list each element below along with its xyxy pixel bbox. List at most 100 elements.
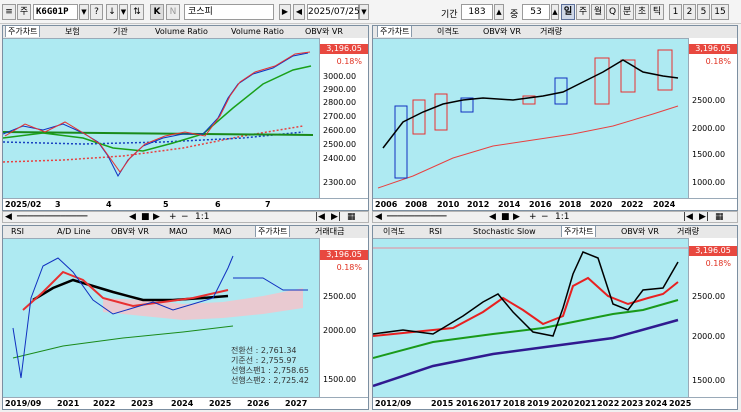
tab-volume-ratio[interactable]: Volume Ratio xyxy=(153,26,210,37)
market-tab[interactable]: 주 xyxy=(17,4,31,20)
y-tick: 2500.00 xyxy=(692,292,726,301)
tab-disparity[interactable]: 이격도 xyxy=(381,226,407,237)
zoom-out-icon[interactable]: − xyxy=(181,212,189,222)
period-tick[interactable]: 틱 xyxy=(650,4,664,20)
n-button[interactable]: N xyxy=(166,4,180,20)
code-search-icon[interactable]: ? xyxy=(90,4,103,20)
settings-icon[interactable]: ▦ xyxy=(715,212,724,222)
zoom-ratio[interactable]: 1:1 xyxy=(555,212,569,222)
tab-rsi[interactable]: RSI xyxy=(9,226,26,237)
period-spin-icon[interactable]: ▲ xyxy=(494,4,504,20)
x-tick: 2024 xyxy=(653,200,676,209)
tab-price-chart[interactable]: 주가차트 xyxy=(5,26,41,37)
y-tick: 1500.00 xyxy=(323,375,357,384)
x-tick: 2022 xyxy=(621,200,644,209)
period-quarter[interactable]: Q xyxy=(606,4,619,20)
settings-icon[interactable]: ▦ xyxy=(347,212,356,222)
candlestick-plot xyxy=(377,49,679,189)
period-1[interactable]: 1 xyxy=(669,4,682,20)
period-minute[interactable]: 분 xyxy=(620,4,634,20)
count-input[interactable]: 53 xyxy=(522,4,550,20)
x-tick: 2020 xyxy=(590,200,613,209)
last-icon[interactable]: ▶| xyxy=(699,212,709,222)
tab-volume[interactable]: 거래량 xyxy=(675,226,701,237)
tab-rsi[interactable]: RSI xyxy=(427,226,444,237)
x-tick: 2021 xyxy=(574,399,597,408)
y-tick: 1500.00 xyxy=(692,376,726,385)
tab-price-chart[interactable]: 주가차트 xyxy=(255,226,291,237)
tab-mao[interactable]: MAO xyxy=(167,226,190,237)
tab-institution[interactable]: 기관 xyxy=(111,26,130,37)
filter-icon[interactable]: ↓ xyxy=(106,4,118,20)
x-tick: 2008 xyxy=(405,200,428,209)
zoom-ratio[interactable]: 1:1 xyxy=(195,212,209,222)
tab-obv-vr[interactable]: OBV와 VR xyxy=(619,226,661,237)
x-tick: 2023 xyxy=(621,399,644,408)
sort-icon[interactable]: ⇅ xyxy=(130,4,144,20)
tab-obv-vr[interactable]: OBV와 VR xyxy=(109,226,151,237)
tab-price-chart[interactable]: 주가차트 xyxy=(377,26,413,37)
scroll-prev-icon[interactable]: ◀ xyxy=(129,212,136,222)
period-day[interactable]: 일 xyxy=(561,4,575,20)
scroll-track[interactable]: ━━━━━━━━━━━ xyxy=(387,212,447,222)
k-button[interactable]: K xyxy=(150,4,164,20)
tab-ad-line[interactable]: A/D Line xyxy=(55,226,93,237)
tab-volume-ratio-2[interactable]: Volume Ratio xyxy=(229,26,286,37)
first-icon[interactable]: |◀ xyxy=(315,212,325,222)
period-5[interactable]: 5 xyxy=(697,4,710,20)
scroll-prev-icon[interactable]: ◀ xyxy=(489,212,496,222)
current-price-badge: 3,196.05 xyxy=(689,44,737,54)
x-tick: 2025 xyxy=(209,399,232,408)
tab-stochastic-slow[interactable]: Stochastic Slow xyxy=(471,226,538,237)
first-icon[interactable]: |◀ xyxy=(683,212,693,222)
y-tick: 1500.00 xyxy=(692,150,726,159)
tab-volume[interactable]: 거래량 xyxy=(538,26,564,37)
y-axis: 3,196.05 0.18% 3000.00 2900.00 2800.00 2… xyxy=(319,38,368,199)
last-icon[interactable]: ▶| xyxy=(331,212,341,222)
date-field[interactable]: 2025/07/25 xyxy=(307,4,360,20)
code-input[interactable]: K6G01P xyxy=(33,4,78,20)
current-price-badge: 3,196.05 xyxy=(320,44,368,54)
scroll-next-icon[interactable]: ▶ xyxy=(153,212,160,222)
scroll-track[interactable]: ━━━━━━━━━━━━━ xyxy=(17,212,87,222)
date-dropdown-icon[interactable]: ▼ xyxy=(359,4,369,20)
period-15[interactable]: 15 xyxy=(711,4,729,20)
change-percent: 0.18% xyxy=(705,259,731,268)
x-tick: 2016 xyxy=(456,399,479,408)
period-month[interactable]: 월 xyxy=(591,4,605,20)
legend-name: 전환선 xyxy=(231,346,254,355)
period-second[interactable]: 초 xyxy=(635,4,649,20)
zoom-in-icon[interactable]: + xyxy=(529,212,537,222)
tab-price-chart[interactable]: 주가차트 xyxy=(561,226,597,237)
y-tick: 1000.00 xyxy=(692,178,726,187)
scroll-next-icon[interactable]: ▶ xyxy=(513,212,520,222)
x-tick: 2026 xyxy=(247,399,270,408)
tab-insurance[interactable]: 보험 xyxy=(63,26,82,37)
tab-obv-vr[interactable]: OBV와 VR xyxy=(303,26,345,37)
y-tick: 2600.00 xyxy=(323,126,357,135)
period-week[interactable]: 주 xyxy=(576,4,590,20)
tab-mao-2[interactable]: MAO xyxy=(211,226,234,237)
tab-trade-value[interactable]: 거래대금 xyxy=(313,226,346,237)
period-input[interactable]: 183 xyxy=(461,4,493,20)
stop-icon[interactable]: ■ xyxy=(141,212,150,222)
tab-disparity[interactable]: 이격도 xyxy=(435,26,461,37)
next-icon[interactable]: ▶ xyxy=(279,4,291,20)
zoom-out-icon[interactable]: − xyxy=(541,212,549,222)
x-tick: 2015 xyxy=(431,399,454,408)
prev-icon[interactable]: ◀ xyxy=(293,4,305,20)
tab-obv-vr[interactable]: OBV와 VR xyxy=(481,26,523,37)
stop-icon[interactable]: ■ xyxy=(501,212,510,222)
scroll-left-icon[interactable]: ◀ xyxy=(375,212,382,222)
toolbar: ≡ 주 K6G01P ▼ ? ↓ ▼ ⇅ K N 코스피 ▶ ◀ 2025/07… xyxy=(0,0,741,24)
scroll-left-icon[interactable]: ◀ xyxy=(5,212,12,222)
change-percent: 0.18% xyxy=(705,57,731,66)
filter-dropdown-icon[interactable]: ▼ xyxy=(119,4,128,20)
code-dropdown-icon[interactable]: ▼ xyxy=(79,4,89,20)
menu-icon[interactable]: ≡ xyxy=(2,4,16,20)
zoom-in-icon[interactable]: + xyxy=(169,212,177,222)
count-spin-icon[interactable]: ▲ xyxy=(551,4,559,20)
period-2[interactable]: 2 xyxy=(683,4,696,20)
legend-name: 선행스팬2 xyxy=(231,376,266,385)
x-axis: 2019/09 2021 2022 2023 2024 2025 2026 20… xyxy=(3,397,368,409)
